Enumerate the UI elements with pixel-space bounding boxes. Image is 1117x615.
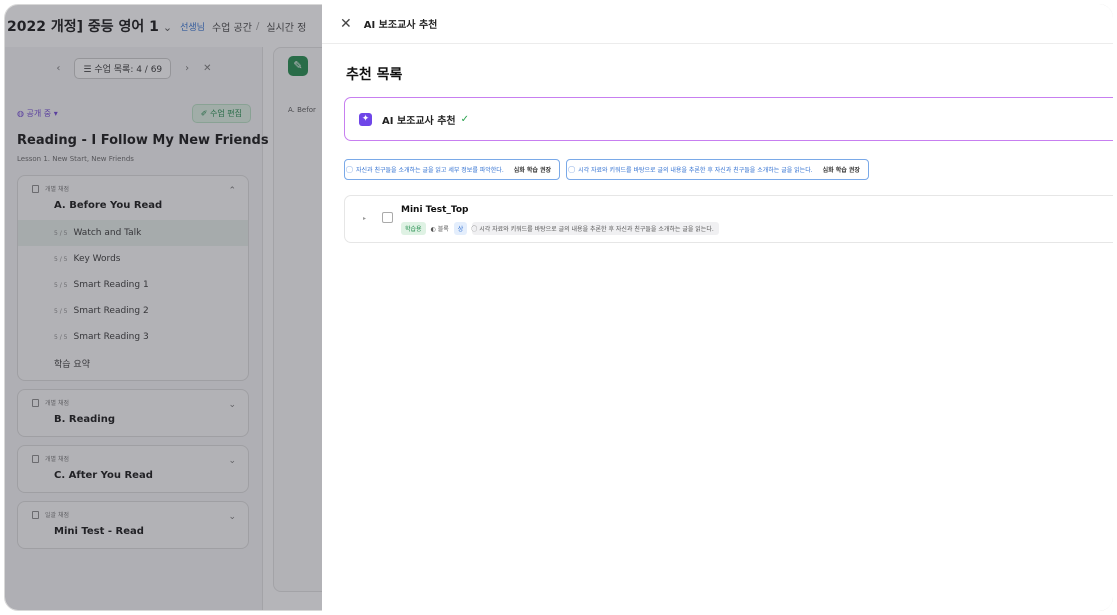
- goal-recommendation: 심화 학습 권장: [513, 167, 552, 174]
- usage-badge: 학습용: [401, 222, 426, 235]
- goal-text: 자신과 친구들을 소개하는 글을 읽고 세부 정보를 파악한다.: [356, 167, 504, 174]
- goal-recommendation: 심화 학습 권장: [822, 167, 860, 174]
- expand-caret-icon[interactable]: ▸: [363, 215, 366, 222]
- learning-goal-chip[interactable]: ⃝ 시각 자료와 키워드를 바탕으로 글의 내용을 추론한 후 자신과 친구들을…: [566, 159, 869, 180]
- ai-recommendation-card[interactable]: ✦ AI 보조교사 추천 ✓: [344, 97, 1113, 141]
- test-name: Mini Test_Top: [401, 205, 469, 215]
- select-checkbox[interactable]: [382, 212, 393, 223]
- learning-goal-row: ⃝ 자신과 친구들을 소개하는 글을 읽고 세부 정보를 파악한다. 심화 학습…: [344, 159, 869, 180]
- test-goal-chip: ⃝ 시각 자료와 키워드를 바탕으로 글의 내용을 추론한 후 자신과 친구들을…: [472, 222, 719, 235]
- goal-text: 시각 자료와 키워드를 바탕으로 글의 내용을 추론한 후 자신과 친구들을 소…: [578, 167, 813, 174]
- test-meta: 학습용 ◐ 블록 상 ⃝ 시각 자료와 키워드를 바탕으로 글의 내용을 추론한…: [401, 222, 719, 235]
- check-icon: ✓: [460, 113, 470, 125]
- block-type: ◐ 블록: [430, 226, 449, 233]
- close-icon[interactable]: ✕: [340, 16, 352, 32]
- ai-recommendation-drawer: ✕ AI 보조교사 추천 추천 목록 ✦ AI 보조교사 추천 ✓ ⃝ 자신과 …: [322, 4, 1113, 611]
- modal-backdrop[interactable]: [5, 5, 327, 610]
- section-title: 추천 목록: [346, 67, 403, 83]
- sparkle-icon: ✦: [359, 112, 372, 126]
- drawer-header: ✕ AI 보조교사 추천: [322, 4, 1113, 44]
- learning-goal-chip[interactable]: ⃝ 자신과 친구들을 소개하는 글을 읽고 세부 정보를 파악한다. 심화 학습…: [344, 159, 561, 180]
- drawer-title: AI 보조교사 추천: [363, 20, 438, 31]
- recommended-test-card[interactable]: ▸ Mini Test_Top 학습용 ◐ 블록 상 ⃝ 시각 자료와 키워드를…: [344, 195, 1113, 243]
- difficulty-badge: 상: [453, 222, 468, 235]
- ai-recommendation-label: AI 보조교사 추천: [382, 115, 456, 127]
